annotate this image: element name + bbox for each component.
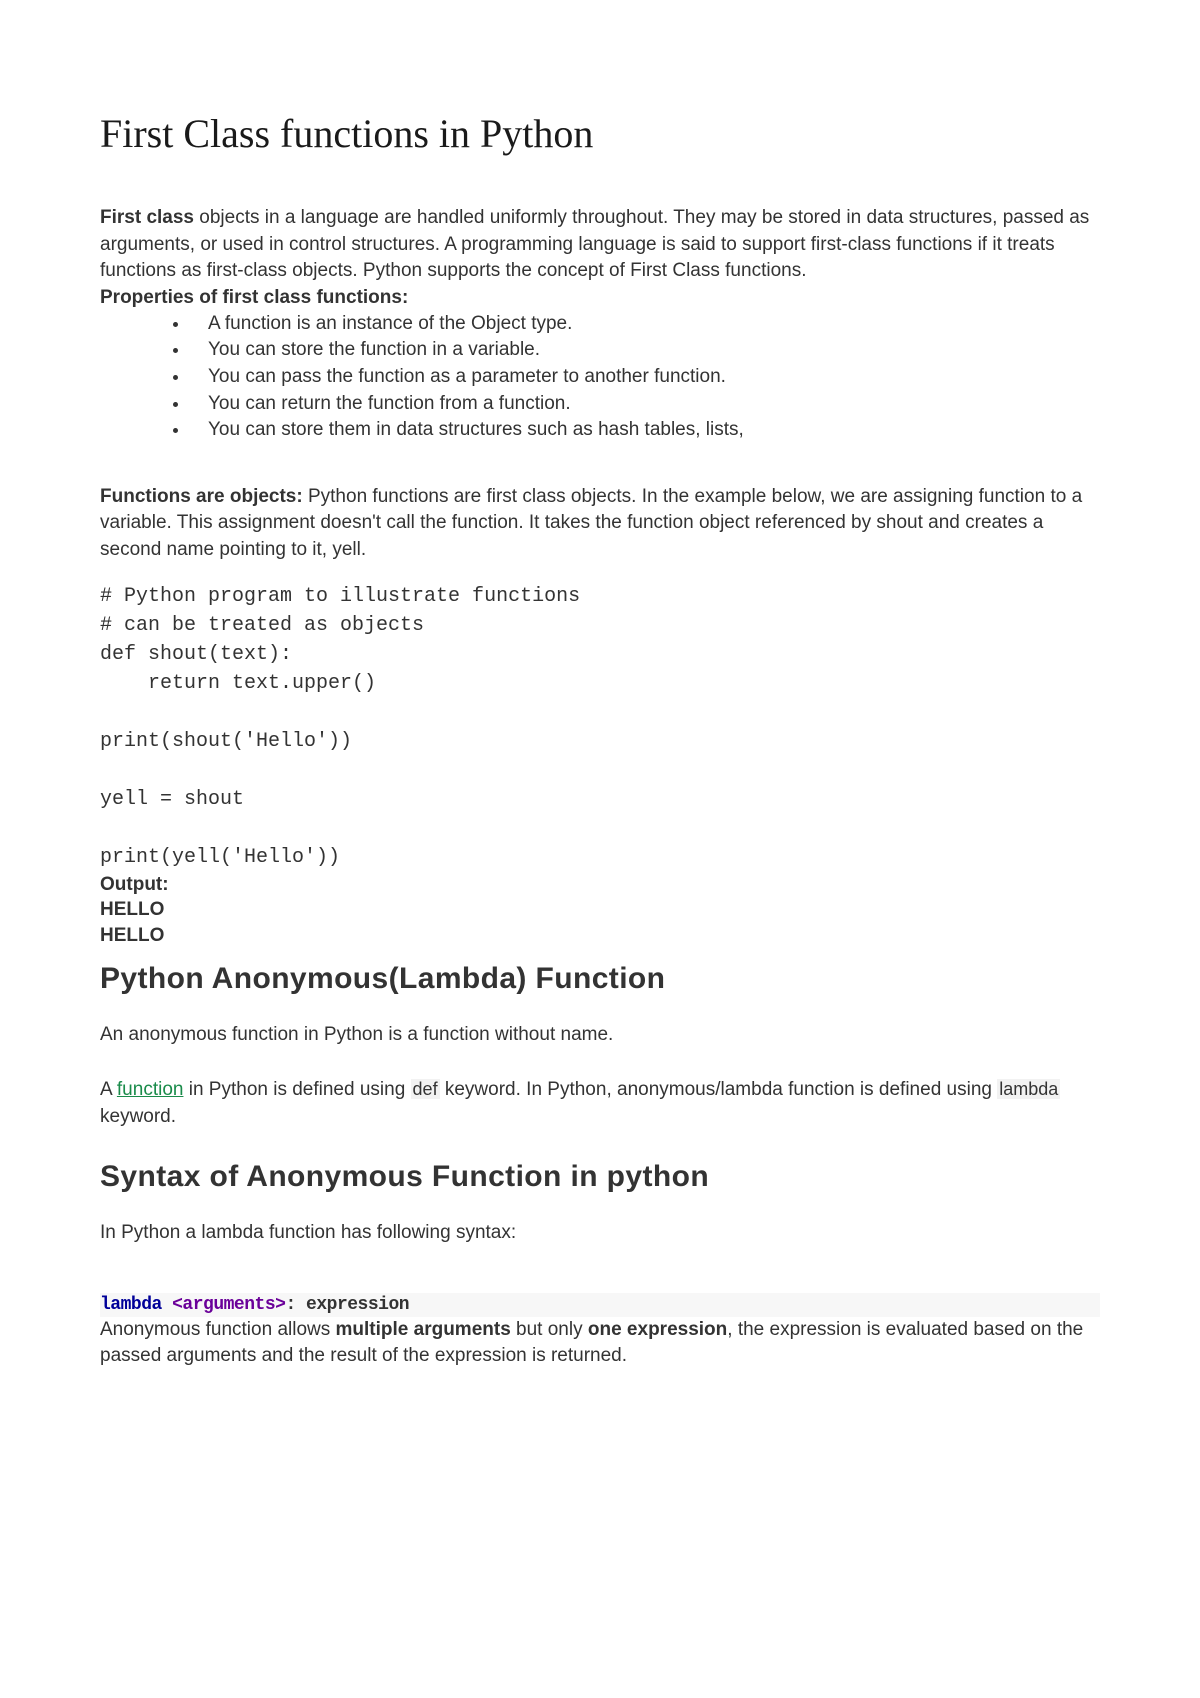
list-item: You can return the function from a funct… <box>190 391 1100 418</box>
intro-text: objects in a language are handled unifor… <box>100 207 1089 281</box>
bold-multiple-arguments: multiple arguments <box>336 1319 511 1340</box>
list-item: You can store the function in a variable… <box>190 337 1100 364</box>
output-block: Output: HELLO HELLO <box>100 872 1100 949</box>
text-fragment: keyword. <box>100 1106 176 1127</box>
text-fragment: but only <box>511 1319 588 1340</box>
output-line: HELLO <box>100 923 1100 949</box>
properties-label: Properties of first class functions: <box>100 287 1100 309</box>
anonymous-paragraph: An anonymous function in Python is a fun… <box>100 1022 1100 1049</box>
output-line: HELLO <box>100 897 1100 923</box>
intro-bold: First class <box>100 207 194 228</box>
output-label: Output: <box>100 872 1100 898</box>
list-item: A function is an instance of the Object … <box>190 311 1100 338</box>
inline-code-def: def <box>411 1079 440 1099</box>
heading-lambda: Python Anonymous(Lambda) Function <box>100 962 1100 996</box>
page-title: First Class functions in Python <box>100 110 1100 157</box>
list-item: You can pass the function as a parameter… <box>190 364 1100 391</box>
function-link[interactable]: function <box>117 1079 184 1100</box>
text-fragment: Anonymous function allows <box>100 1319 336 1340</box>
text-fragment: A <box>100 1079 117 1100</box>
code-block-1: # Python program to illustrate functions… <box>100 582 1100 872</box>
text-fragment: in Python is defined using <box>183 1079 410 1100</box>
syntax-intro-paragraph: In Python a lambda function has followin… <box>100 1220 1100 1247</box>
def-keyword-paragraph: A function in Python is defined using de… <box>100 1077 1100 1130</box>
functions-objects-bold: Functions are objects: <box>100 486 303 507</box>
syntax-line: lambda <arguments>: expression <box>100 1293 1100 1317</box>
final-paragraph: Anonymous function allows multiple argum… <box>100 1317 1100 1370</box>
inline-code-lambda: lambda <box>997 1079 1060 1099</box>
intro-paragraph: First class objects in a language are ha… <box>100 205 1100 285</box>
heading-syntax: Syntax of Anonymous Function in python <box>100 1160 1100 1194</box>
list-item: You can store them in data structures su… <box>190 417 1100 444</box>
properties-list: A function is an instance of the Object … <box>150 311 1100 444</box>
syntax-keyword-lambda: lambda <box>100 1295 162 1315</box>
functions-are-objects-paragraph: Functions are objects: Python functions … <box>100 484 1100 564</box>
syntax-rest: : expression <box>285 1295 409 1315</box>
syntax-arguments: <arguments> <box>162 1295 286 1315</box>
bold-one-expression: one expression <box>588 1319 727 1340</box>
text-fragment: keyword. In Python, anonymous/lambda fun… <box>440 1079 998 1100</box>
